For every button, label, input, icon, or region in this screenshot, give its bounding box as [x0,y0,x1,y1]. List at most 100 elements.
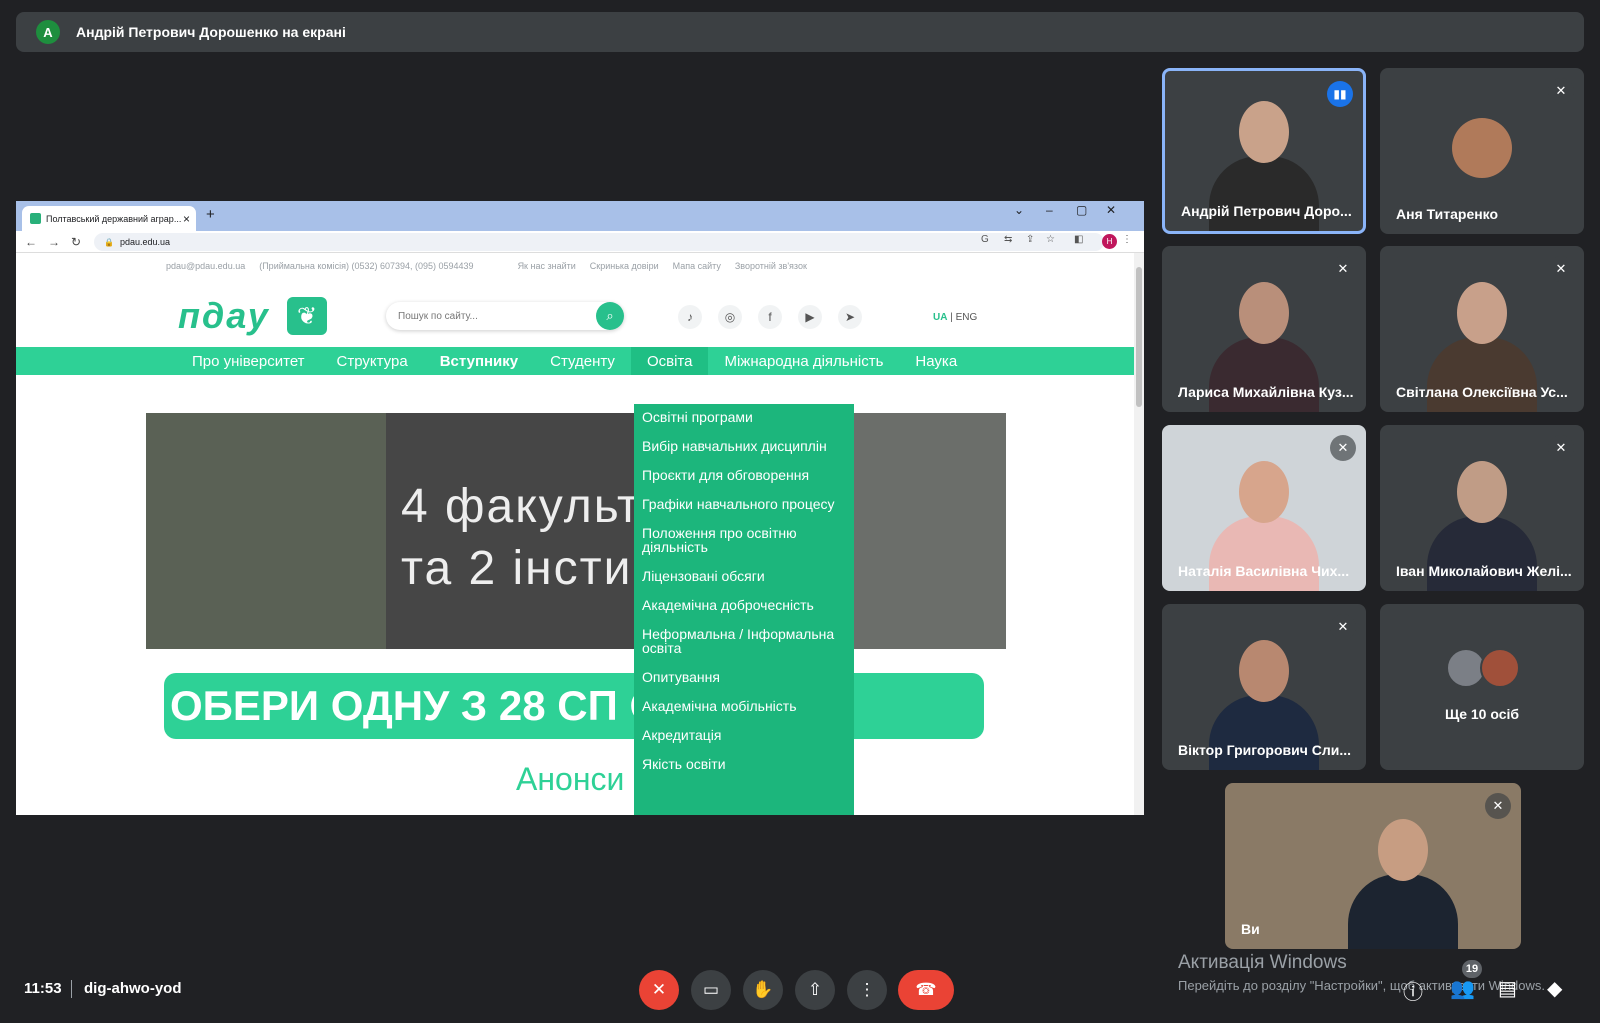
menu-item-regulations[interactable]: Положення про освітню діяльність [634,526,854,554]
lang-ua[interactable]: UA [933,312,947,323]
scrollbar-thumb[interactable] [1136,267,1142,407]
mic-off-icon: ✕ [1485,793,1511,819]
more-options-button[interactable]: ⋮ [847,970,887,1010]
participant-name: Іван Миколайович Желі... [1396,563,1572,579]
link-trust-box[interactable]: Скринька довіри [590,261,659,271]
activation-title: Активація Windows [1178,952,1347,973]
address-bar[interactable]: 🔒 pdau.edu.ua [94,233,1104,251]
menu-item-projects[interactable]: Проєкти для обговорення [634,468,854,482]
search-placeholder: Пошук по сайту... [398,310,478,322]
speaking-indicator-icon: ▮▮ [1327,81,1353,107]
lang-en[interactable]: ENG [956,312,978,323]
people-count-badge: 19 [1462,960,1482,978]
menu-item-disciplines[interactable]: Вибір навчальних дисциплін [634,439,854,453]
search-icon[interactable]: ⌕ [596,302,624,330]
presenting-text: Андрій Петрович Дорошенко на екрані [76,24,346,40]
tab-search-icon[interactable]: ⌄ [1014,203,1024,217]
site-main-nav: Про університет Структура Вступнику Студ… [16,347,1144,375]
sidepanel-icon[interactable]: ◧ [1074,234,1083,245]
share-icon[interactable]: ⇪ [1026,234,1034,245]
self-name: Ви [1241,921,1260,937]
facebook-icon[interactable]: f [758,305,782,329]
maximize-icon[interactable]: ▢ [1076,203,1087,217]
nav-education[interactable]: Освіта [630,347,709,375]
more-participants-tile[interactable]: Ще 10 осіб [1380,604,1584,770]
link-feedback[interactable]: Зворотній зв'язок [735,261,807,271]
participant-tile[interactable]: ✕ Віктор Григорович Сли... [1162,604,1366,770]
end-call-button[interactable]: ☎ [898,970,954,1010]
participant-tile[interactable]: ▮▮ Андрій Петрович Доро... [1162,68,1366,234]
self-view-tile[interactable]: ✕ Ви [1225,783,1521,949]
menu-item-quality[interactable]: Якість освіти [634,757,854,771]
menu-item-mobility[interactable]: Академічна мобільність [634,699,854,713]
link-sitemap[interactable]: Мапа сайту [673,261,721,271]
chat-icon[interactable]: ▤ [1498,976,1517,1001]
nav-science[interactable]: Наука [899,347,973,375]
hero-building-image [836,413,1006,649]
menu-item-integrity[interactable]: Академічна доброчесність [634,598,854,612]
translate-icon[interactable]: ⇆ [1004,234,1012,245]
nav-about[interactable]: Про університет [176,347,321,375]
menu-item-licensed[interactable]: Ліцензовані обсяги [634,569,854,583]
camera-toggle-button[interactable]: ▭ [691,970,731,1010]
meeting-info-icon[interactable]: ⓘ [1403,976,1423,1005]
presenter-avatar: А [36,20,60,44]
new-tab-button[interactable]: + [206,206,215,223]
nav-applicant[interactable]: Вступнику [424,347,534,375]
site-logo[interactable]: пдау [178,295,270,337]
nav-student[interactable]: Студенту [534,347,631,375]
meet-controls-bar: 11:53 dig-ahwo-yod ✕ ▭ ✋ ⇧ ⋮ ☎ Активація… [0,952,1600,1023]
site-search-input[interactable]: Пошук по сайту... ⌕ [386,302,624,330]
activities-icon[interactable]: ◆ [1547,976,1562,1001]
forward-icon[interactable]: → [48,235,62,249]
hero-trees-image [146,413,386,649]
participant-tile[interactable]: ✕ Аня Титаренко [1380,68,1584,234]
close-window-icon[interactable]: ✕ [1106,203,1116,217]
page-scrollbar[interactable] [1134,253,1144,815]
participant-tile[interactable]: ✕ Наталія Василівна Чих... [1162,425,1366,591]
divider [71,980,72,998]
back-icon[interactable]: ← [25,235,39,249]
browser-tab[interactable]: Полтавський державний аграр... × [22,206,196,231]
site-email[interactable]: pdau@pdau.edu.ua [166,261,245,271]
nav-structure[interactable]: Структура [321,347,424,375]
hero-banner[interactable]: 4 факульт та 2 інсти [146,413,1006,649]
reload-icon[interactable]: ↻ [71,235,85,249]
raise-hand-button[interactable]: ✋ [743,970,783,1010]
youtube-icon[interactable]: ▶ [798,305,822,329]
link-how-find[interactable]: Як нас знайти [518,261,576,271]
participant-name: Аня Титаренко [1396,206,1499,222]
promo-banner[interactable]: ОБЕРИ ОДНУ З 28 СП ОСТЕЙ [164,673,984,739]
mic-off-icon: ✕ [1548,78,1574,104]
site-topline: pdau@pdau.edu.ua (Приймальна комісія) (0… [16,253,1144,279]
participant-tile[interactable]: ✕ Іван Миколайович Желі... [1380,425,1584,591]
education-dropdown-menu: Освітні програми Вибір навчальних дисцип… [634,404,854,815]
menu-item-accreditation[interactable]: Акредитація [634,728,854,742]
telegram-icon[interactable]: ➤ [838,305,862,329]
browser-menu-icon[interactable]: ⋮ [1122,234,1132,245]
menu-item-schedule[interactable]: Графіки навчального процесу [634,497,854,511]
menu-item-programs[interactable]: Освітні програми [634,410,854,424]
profile-avatar[interactable]: H [1102,234,1117,249]
mic-off-icon: ✕ [1330,435,1356,461]
mic-toggle-button[interactable]: ✕ [639,970,679,1010]
star-icon[interactable]: ☆ [1046,234,1055,245]
language-switcher[interactable]: UA | ENG [933,312,977,323]
tiktok-icon[interactable]: ♪ [678,305,702,329]
participant-tile[interactable]: ✕ Світлана Олексіївна Ус... [1380,246,1584,412]
participant-name: Світлана Олексіївна Ус... [1396,384,1568,400]
participant-tile[interactable]: ✕ Лариса Михайлівна Куз... [1162,246,1366,412]
mic-off-icon: ✕ [1548,435,1574,461]
minimize-icon[interactable]: – [1046,203,1053,217]
menu-item-surveys[interactable]: Опитування [634,670,854,684]
site-header: пдау ❦ Пошук по сайту... ⌕ ♪ ◎ f ▶ ➤ UA … [16,279,1144,347]
people-icon[interactable]: 👥 [1450,976,1475,1001]
nav-international[interactable]: Міжнародна діяльність [708,347,899,375]
tab-close-icon[interactable]: × [183,212,190,226]
present-screen-button[interactable]: ⇧ [795,970,835,1010]
menu-item-informal[interactable]: Неформальна / Інформальна освіта [634,627,854,655]
participant-name: Віктор Григорович Сли... [1178,742,1352,758]
google-icon[interactable]: G [981,234,989,245]
more-avatars [1446,648,1520,688]
instagram-icon[interactable]: ◎ [718,305,742,329]
